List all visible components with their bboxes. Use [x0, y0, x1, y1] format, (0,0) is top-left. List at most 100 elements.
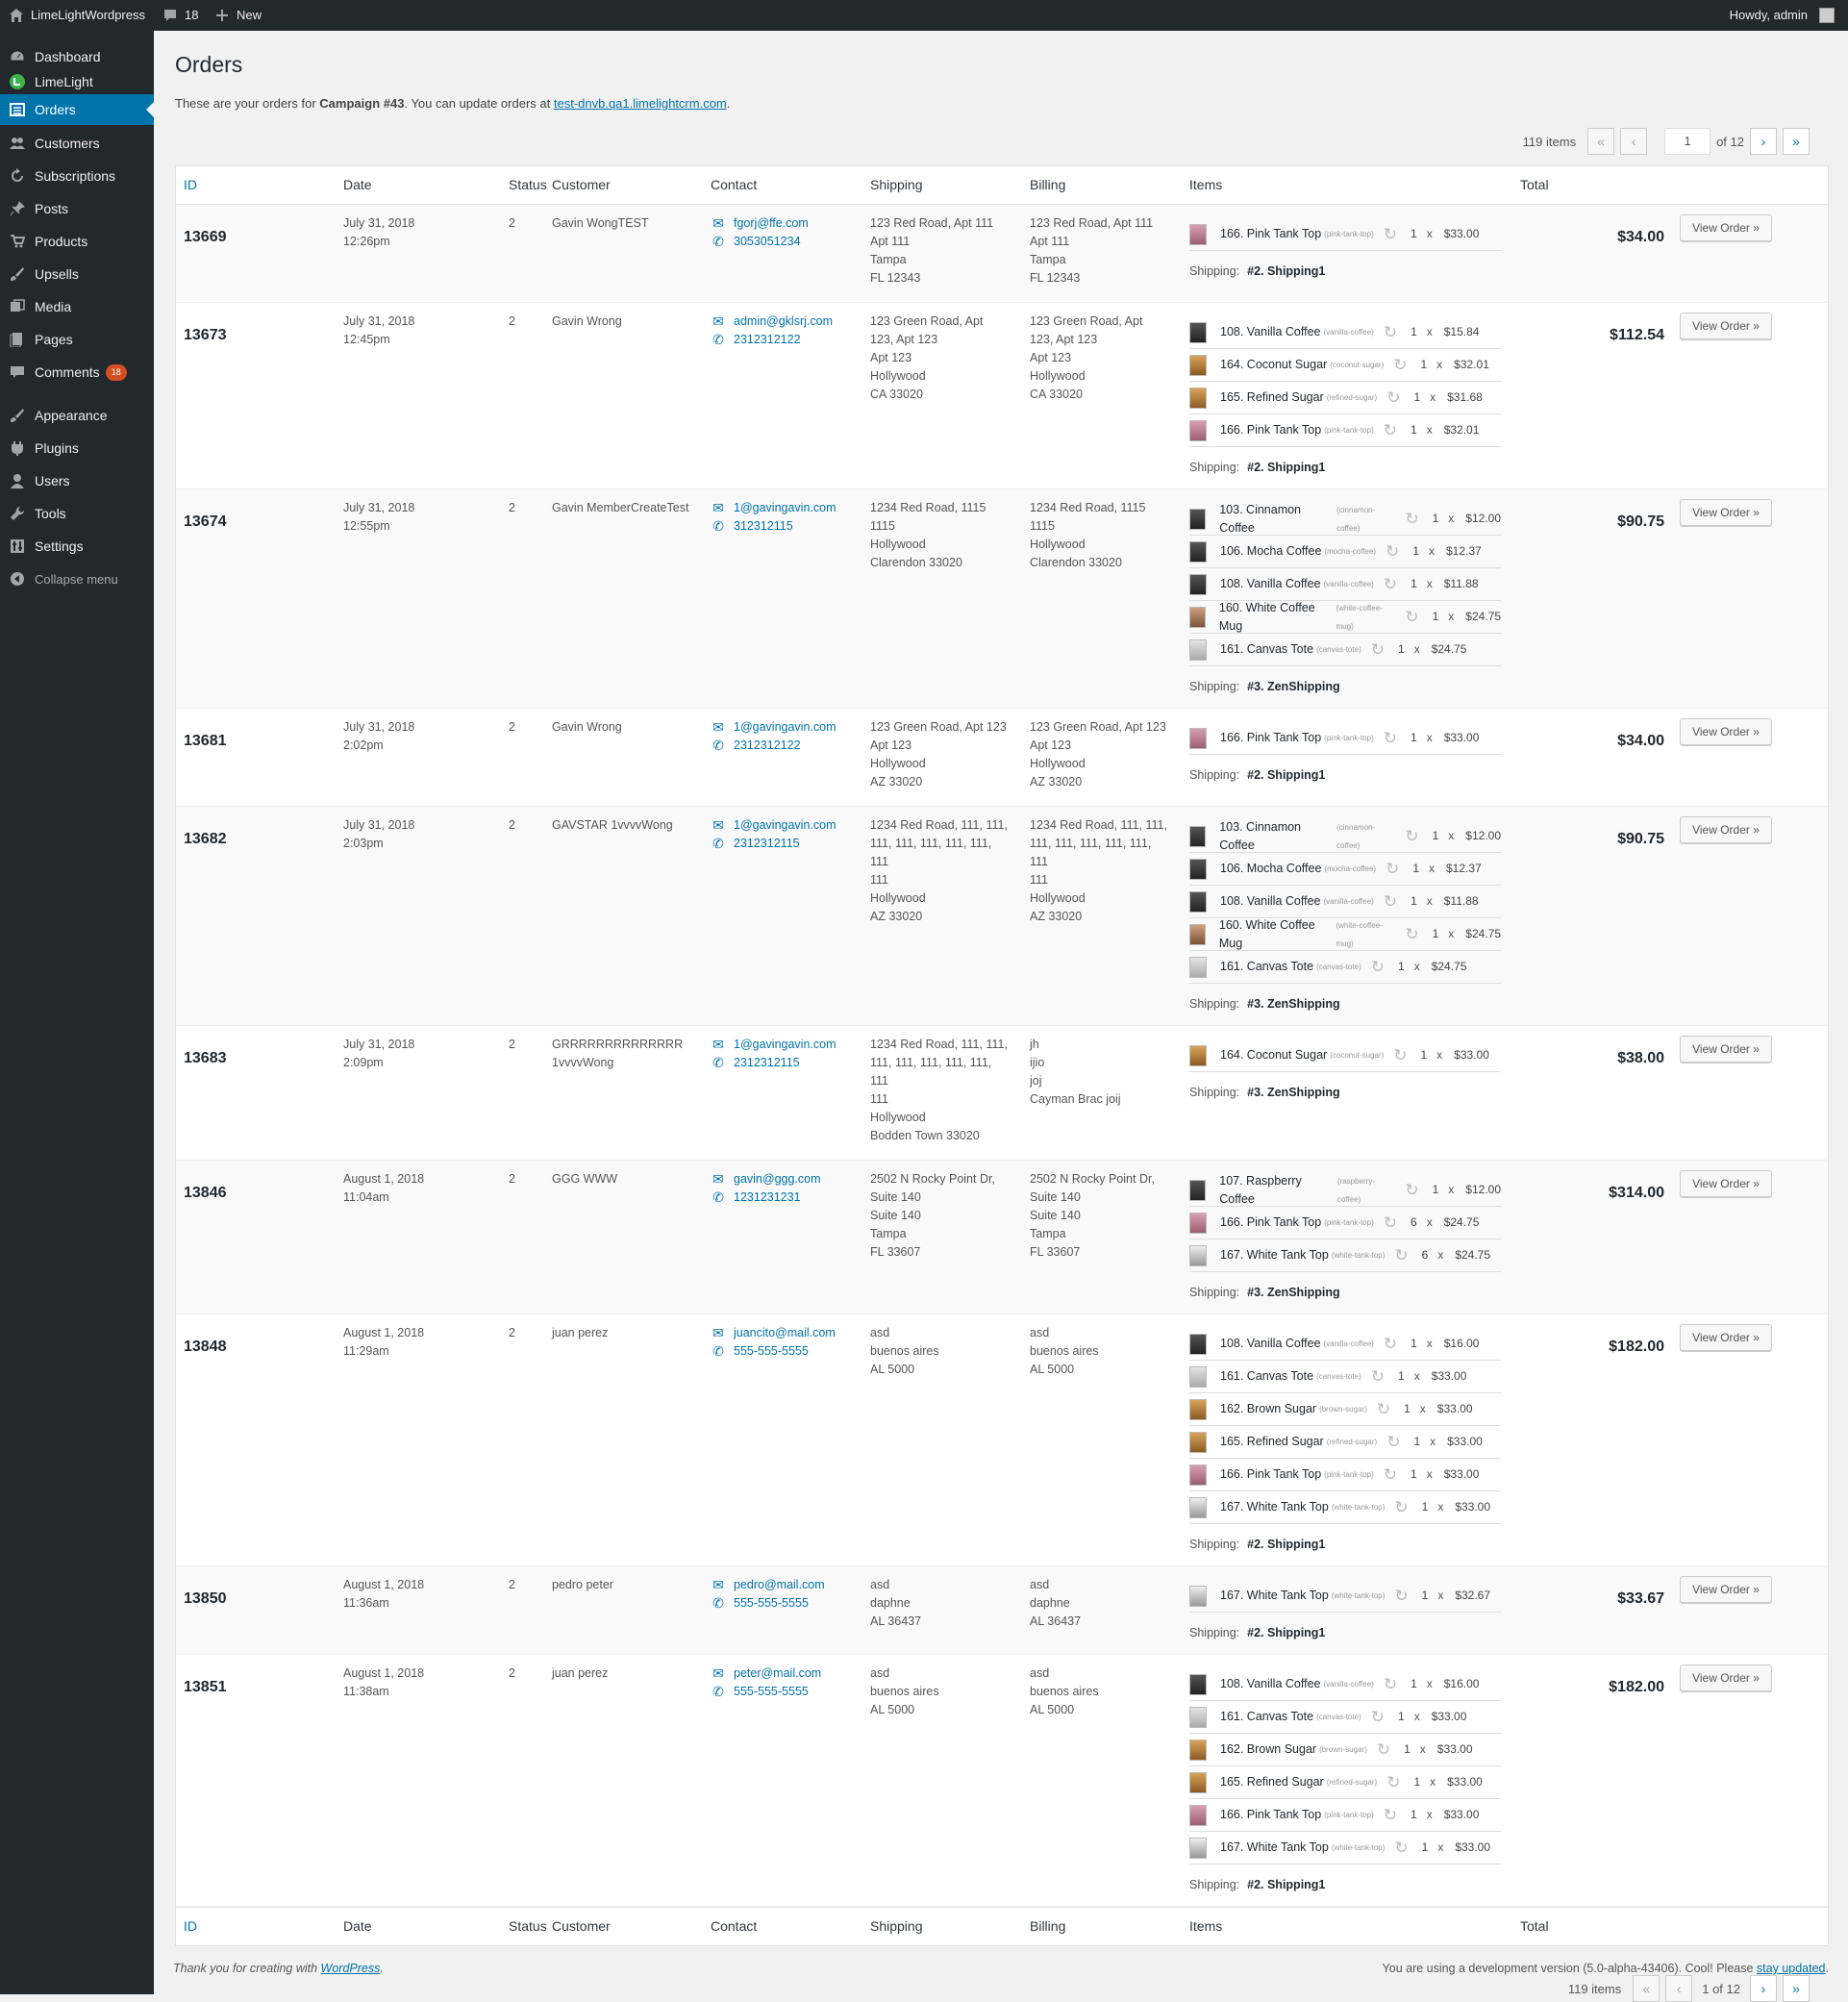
- collapse-menu-button[interactable]: Collapse menu: [0, 563, 154, 594]
- recurring-icon[interactable]: ↻: [1394, 1498, 1408, 1516]
- email-text[interactable]: gavin@ggg.com: [734, 1170, 821, 1189]
- email-text[interactable]: admin@gklsrj.com: [734, 313, 833, 331]
- sidebar-item-orders[interactable]: Orders: [0, 94, 154, 125]
- phone-text[interactable]: 312312115: [734, 517, 793, 536]
- phone-text[interactable]: 555-555-5555: [734, 1342, 809, 1361]
- email-text[interactable]: fgorj@ffe.com: [734, 214, 809, 233]
- phone-link[interactable]: ✆ 555-555-5555: [711, 1683, 821, 1701]
- phone-link[interactable]: ✆ 3053051234: [711, 233, 809, 251]
- phone-text[interactable]: 2312312115: [734, 1054, 800, 1072]
- sidebar-item-pages[interactable]: Pages: [0, 324, 154, 355]
- recurring-icon[interactable]: ↻: [1405, 1181, 1418, 1199]
- recurring-icon[interactable]: ↻: [1377, 1400, 1390, 1418]
- email-link[interactable]: ✉ 1@gavingavin.com: [711, 816, 837, 835]
- crm-link[interactable]: test-dnvb.qa1.limelightcrm.com: [554, 96, 727, 111]
- recurring-icon[interactable]: ↻: [1371, 1708, 1385, 1726]
- my-account-link[interactable]: Howdy, admin: [1730, 0, 1835, 31]
- recurring-icon[interactable]: ↻: [1386, 860, 1399, 878]
- phone-link[interactable]: ✆ 555-555-5555: [711, 1594, 825, 1613]
- recurring-icon[interactable]: ↻: [1393, 1046, 1407, 1064]
- recurring-icon[interactable]: ↻: [1386, 1433, 1400, 1451]
- phone-link[interactable]: ✆ 2312312122: [711, 737, 837, 755]
- email-link[interactable]: ✉ pedro@mail.com: [711, 1576, 825, 1594]
- email-link[interactable]: ✉ juancito@mail.com: [711, 1324, 836, 1342]
- recurring-icon[interactable]: ↻: [1384, 421, 1397, 439]
- recurring-icon[interactable]: ↻: [1386, 388, 1400, 407]
- recurring-icon[interactable]: ↻: [1394, 1839, 1408, 1857]
- phone-text[interactable]: 2312312122: [734, 331, 801, 349]
- email-text[interactable]: 1@gavingavin.com: [734, 816, 837, 835]
- recurring-icon[interactable]: ↻: [1377, 1740, 1390, 1759]
- view-order-button[interactable]: View Order »: [1680, 499, 1772, 526]
- sidebar-item-products[interactable]: Products: [0, 226, 154, 257]
- new-content-link[interactable]: New: [213, 0, 262, 31]
- view-order-button[interactable]: View Order »: [1680, 1664, 1772, 1691]
- sidebar-item-settings[interactable]: Settings: [0, 531, 154, 562]
- recurring-icon[interactable]: ↻: [1405, 925, 1418, 943]
- recurring-icon[interactable]: ↻: [1393, 356, 1407, 374]
- recurring-icon[interactable]: ↻: [1405, 827, 1418, 845]
- recurring-icon[interactable]: ↻: [1371, 958, 1385, 976]
- prev-page-button[interactable]: ‹: [1620, 128, 1648, 155]
- next-page-button[interactable]: ›: [1750, 128, 1777, 155]
- phone-text[interactable]: 2312312122: [734, 737, 801, 755]
- sidebar-item-media[interactable]: Media: [0, 291, 154, 322]
- phone-text[interactable]: 555-555-5555: [734, 1683, 809, 1701]
- email-text[interactable]: juancito@mail.com: [734, 1324, 836, 1342]
- view-order-button[interactable]: View Order »: [1680, 1324, 1772, 1351]
- recurring-icon[interactable]: ↻: [1384, 1806, 1397, 1824]
- email-text[interactable]: 1@gavingavin.com: [734, 1036, 837, 1054]
- recurring-icon[interactable]: ↻: [1405, 608, 1418, 626]
- sidebar-item-plugins[interactable]: Plugins: [0, 433, 154, 463]
- phone-text[interactable]: 2312312115: [734, 835, 800, 853]
- recurring-icon[interactable]: ↻: [1384, 892, 1397, 911]
- email-link[interactable]: ✉ admin@gklsrj.com: [711, 313, 833, 331]
- email-link[interactable]: ✉ fgorj@ffe.com: [711, 214, 809, 233]
- phone-link[interactable]: ✆ 312312115: [711, 517, 837, 536]
- last-page-button[interactable]: »: [1783, 128, 1810, 155]
- recurring-icon[interactable]: ↻: [1384, 729, 1397, 747]
- wordpress-link[interactable]: WordPress: [321, 1962, 381, 1975]
- phone-text[interactable]: 1231231231: [734, 1189, 801, 1207]
- recurring-icon[interactable]: ↻: [1371, 1367, 1385, 1386]
- comments-link[interactable]: 18: [162, 0, 198, 31]
- sidebar-item-users[interactable]: Users: [0, 465, 154, 496]
- view-order-button[interactable]: View Order »: [1680, 718, 1772, 745]
- recurring-icon[interactable]: ↻: [1384, 1465, 1397, 1484]
- col-id[interactable]: ID: [184, 177, 197, 192]
- email-text[interactable]: 1@gavingavin.com: [734, 499, 837, 517]
- recurring-icon[interactable]: ↻: [1384, 1675, 1397, 1693]
- email-link[interactable]: ✉ gavin@ggg.com: [711, 1170, 821, 1189]
- recurring-icon[interactable]: ↻: [1384, 1214, 1397, 1232]
- sidebar-item-subscriptions[interactable]: Subscriptions: [0, 161, 154, 191]
- current-page-input[interactable]: 1: [1664, 128, 1711, 155]
- recurring-icon[interactable]: ↻: [1405, 510, 1418, 528]
- recurring-icon[interactable]: ↻: [1384, 225, 1397, 243]
- last-page-button-bottom[interactable]: »: [1783, 1975, 1810, 2002]
- email-text[interactable]: peter@mail.com: [734, 1664, 821, 1683]
- sidebar-item-tools[interactable]: Tools: [0, 498, 154, 529]
- recurring-icon[interactable]: ↻: [1386, 542, 1399, 561]
- sidebar-item-posts[interactable]: Posts: [0, 193, 154, 224]
- email-text[interactable]: 1@gavingavin.com: [734, 718, 837, 737]
- prev-page-button-bottom[interactable]: ‹: [1665, 1975, 1693, 2002]
- col-id-footer[interactable]: ID: [184, 1918, 197, 1934]
- next-page-button-bottom[interactable]: ›: [1750, 1975, 1777, 2002]
- recurring-icon[interactable]: ↻: [1386, 1773, 1400, 1791]
- site-name-link[interactable]: LimeLightWordpress: [8, 0, 145, 31]
- phone-link[interactable]: ✆ 555-555-5555: [711, 1342, 836, 1361]
- recurring-icon[interactable]: ↻: [1384, 575, 1397, 593]
- phone-link[interactable]: ✆ 1231231231: [711, 1189, 821, 1207]
- first-page-button-bottom[interactable]: «: [1633, 1975, 1661, 2002]
- recurring-icon[interactable]: ↻: [1384, 1335, 1397, 1353]
- view-order-button[interactable]: View Order »: [1680, 1170, 1772, 1197]
- view-order-button[interactable]: View Order »: [1680, 1576, 1772, 1603]
- view-order-button[interactable]: View Order »: [1680, 313, 1772, 339]
- sidebar-item-customers[interactable]: Customers: [0, 128, 154, 159]
- phone-text[interactable]: 3053051234: [734, 233, 801, 251]
- recurring-icon[interactable]: ↻: [1384, 323, 1397, 341]
- view-order-button[interactable]: View Order »: [1680, 1036, 1772, 1063]
- email-link[interactable]: ✉ peter@mail.com: [711, 1664, 821, 1683]
- phone-link[interactable]: ✆ 2312312115: [711, 1054, 837, 1072]
- sidebar-item-appearance[interactable]: Appearance: [0, 400, 154, 431]
